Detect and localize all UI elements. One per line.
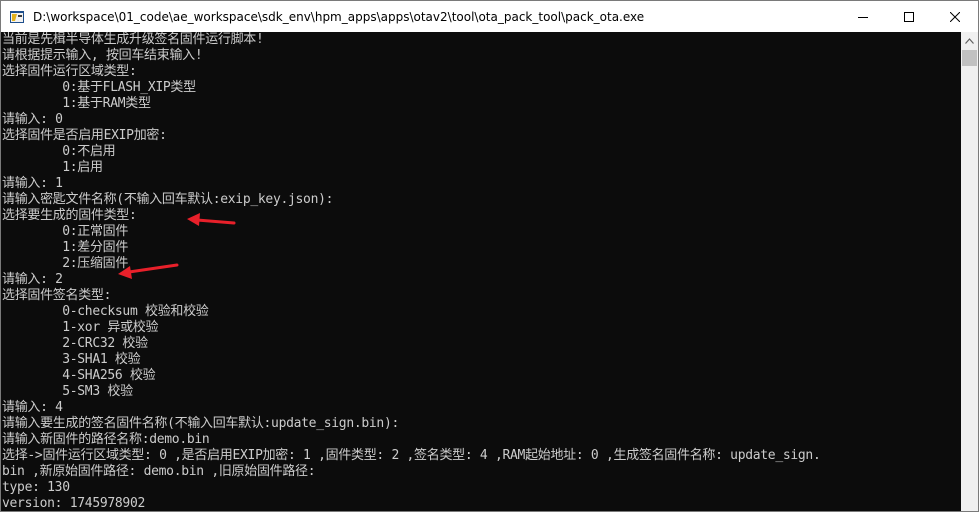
maximize-button[interactable] xyxy=(886,1,932,32)
console-line: 请输入: 2 xyxy=(2,272,63,287)
console-line: 请输入: 1 xyxy=(2,176,63,191)
console-line: 0:基于FLASH_XIP类型 xyxy=(2,80,196,95)
console-line: 1:启用 xyxy=(2,160,103,175)
close-button[interactable] xyxy=(932,1,978,32)
console-line: 请根据提示输入, 按回车结束输入! xyxy=(2,48,203,63)
window-title: D:\workspace\01_code\ae_workspace\sdk_en… xyxy=(33,9,645,24)
console-output[interactable]: 当前是先楫半导体生成升级签名固件运行脚本! 请根据提示输入, 按回车结束输入! … xyxy=(1,32,961,511)
console-line: 请输入要生成的签名固件名称(不输入回车默认:update_sign.bin): xyxy=(2,416,400,431)
console-line: 0:正常固件 xyxy=(2,224,129,239)
console-line: 选择固件运行区域类型: xyxy=(2,64,137,79)
console-line: 当前是先楫半导体生成升级签名固件运行脚本! xyxy=(2,32,264,47)
console-line: 4-SHA256 校验 xyxy=(2,368,156,383)
console-line: 请输入新固件的路径名称:demo.bin xyxy=(2,432,210,447)
vertical-scrollbar[interactable] xyxy=(961,32,978,511)
console-line: 5-SM3 校验 xyxy=(2,384,133,399)
minimize-button[interactable] xyxy=(840,1,886,32)
maximize-icon xyxy=(904,11,914,22)
close-icon xyxy=(950,11,960,22)
console-app-icon[interactable] xyxy=(9,9,25,25)
console-line: 请输入: 4 xyxy=(2,400,63,415)
console-window: D:\workspace\01_code\ae_workspace\sdk_en… xyxy=(0,0,979,512)
console-line: version: 1745978902 xyxy=(2,496,146,511)
console-line: bin ,新原始固件路径: demo.bin ,旧原始固件路径: xyxy=(2,464,316,479)
console-line: 选择要生成的固件类型: xyxy=(2,208,137,223)
console-line: 1:基于RAM类型 xyxy=(2,96,151,111)
console-line: 选择固件是否启用EXIP加密: xyxy=(2,128,167,143)
scroll-thumb[interactable] xyxy=(962,50,977,66)
console-line: 0:不启用 xyxy=(2,144,116,159)
console-line: 1-xor 异或校验 xyxy=(2,320,159,335)
console-line: 请输入密匙文件名称(不输入回车默认:exip_key.json): xyxy=(2,192,334,207)
console-line: 1:差分固件 xyxy=(2,240,129,255)
console-line: 选择->固件运行区域类型: 0 ,是否启用EXIP加密: 1 ,固件类型: 2 … xyxy=(2,448,821,463)
scroll-up-button[interactable] xyxy=(961,32,978,49)
console-line: 0-checksum 校验和校验 xyxy=(2,304,209,319)
title-bar[interactable]: D:\workspace\01_code\ae_workspace\sdk_en… xyxy=(1,1,978,32)
minimize-icon xyxy=(858,16,868,18)
console-line: 2:压缩固件 xyxy=(2,256,129,271)
console-line: type: 130 xyxy=(2,480,70,495)
console-line: 选择固件签名类型: xyxy=(2,288,112,303)
console-line: 请输入: 0 xyxy=(2,112,63,127)
console-line: 3-SHA1 校验 xyxy=(2,352,141,367)
console-line: 2-CRC32 校验 xyxy=(2,336,148,351)
chevron-up-icon xyxy=(965,37,974,44)
